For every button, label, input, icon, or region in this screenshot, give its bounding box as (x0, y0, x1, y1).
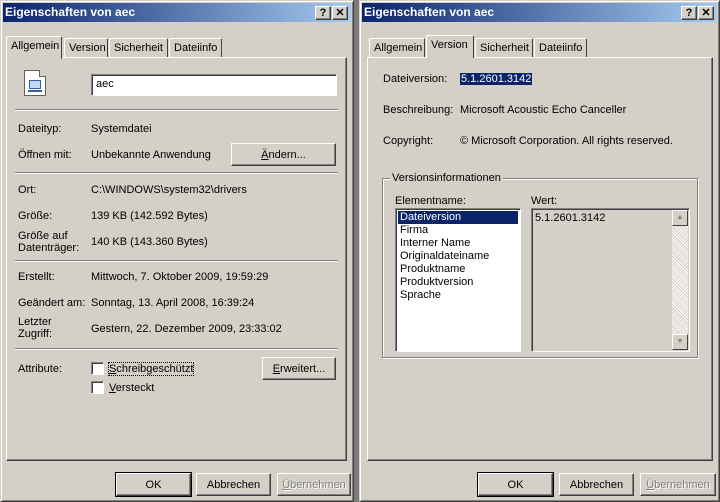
hidden-checkbox[interactable] (91, 381, 104, 394)
list-item[interactable]: Interner Name (398, 237, 518, 250)
file-type-value: Systemdatei (91, 123, 152, 135)
separator (15, 260, 338, 262)
location-value: C:\WINDOWS\system32\drivers (91, 184, 247, 196)
list-item[interactable]: Produktversion (398, 276, 518, 289)
system-file-icon (24, 70, 46, 96)
window-title: Eigenschaften von aec (364, 5, 495, 19)
file-version-label: Dateiversion: (383, 73, 448, 85)
size-label: Größe: (18, 210, 53, 222)
ok-button[interactable]: OK (477, 472, 554, 497)
tab-allgemein[interactable]: Allgemein (6, 36, 62, 59)
tab-version[interactable]: Version (64, 38, 108, 58)
file-type-label: Dateityp: (18, 123, 62, 135)
title-bar[interactable]: Eigenschaften von aec ? ✕ (362, 3, 717, 22)
separator (15, 348, 338, 350)
created-value: Mittwoch, 7. Oktober 2009, 19:59:29 (91, 271, 269, 283)
attributes-label: Attribute: (18, 363, 63, 375)
last-access-label: Letzter Zugriff: (18, 316, 53, 340)
separator (15, 172, 338, 174)
properties-window-version: Eigenschaften von aec ? ✕ Allgemein Vers… (359, 0, 720, 502)
version-tab-panel: Dateiversion: 5.1.2601.3142 Beschreibung… (367, 57, 713, 461)
modified-label: Geändert am: (18, 297, 86, 309)
close-button[interactable]: ✕ (698, 6, 714, 20)
last-access-value: Gestern, 22. Dezember 2009, 23:33:02 (91, 323, 282, 335)
filename-input[interactable]: aec (91, 74, 337, 96)
tab-sicherheit[interactable]: Sicherheit (109, 38, 168, 58)
properties-window-general: Eigenschaften von aec ? ✕ Allgemein Vers… (0, 0, 354, 502)
ok-button[interactable]: OK (115, 472, 192, 497)
arrow-up-icon: ▲ (676, 214, 684, 221)
separator (15, 109, 338, 111)
close-button[interactable]: ✕ (332, 6, 348, 20)
open-with-value: Unbekannte Anwendung (91, 149, 211, 161)
cancel-button[interactable]: Abbrechen (196, 473, 271, 496)
version-info-group-label: Versionsinformationen (390, 172, 503, 184)
element-name-list[interactable]: Dateiversion Firma Interner Name Origina… (395, 208, 521, 352)
readonly-label[interactable]: Schreibgeschützt (107, 362, 195, 376)
value-textbox[interactable]: 5.1.2601.3142 ▲ ▼ (531, 208, 690, 352)
description-value: Microsoft Acoustic Echo Canceller (460, 104, 627, 116)
description-label: Beschreibung: (383, 104, 454, 116)
tab-allgemein[interactable]: Allgemein (369, 38, 425, 58)
close-icon: ✕ (335, 7, 345, 19)
tab-dateiinfo[interactable]: Dateiinfo (169, 38, 222, 58)
copyright-label: Copyright: (383, 135, 434, 147)
size-value: 139 KB (142.592 Bytes) (91, 210, 208, 222)
value-text: 5.1.2601.3142 (535, 212, 606, 224)
file-version-value[interactable]: 5.1.2601.3142 (460, 73, 533, 85)
window-title: Eigenschaften von aec (5, 5, 136, 19)
tab-dateiinfo[interactable]: Dateiinfo (534, 38, 587, 58)
readonly-checkbox[interactable] (91, 362, 104, 375)
open-with-label: Öffnen mit: (18, 149, 72, 161)
help-button[interactable]: ? (315, 6, 331, 20)
cancel-button[interactable]: Abbrechen (559, 473, 634, 496)
help-button[interactable]: ? (681, 6, 697, 20)
list-item[interactable]: Dateiversion (398, 211, 518, 224)
value-label: Wert: (531, 195, 558, 207)
size-on-disk-label: Größe auf Datenträger: (18, 230, 80, 254)
value-scrollbar[interactable]: ▲ ▼ (672, 210, 688, 350)
location-label: Ort: (18, 184, 37, 196)
general-tab-panel: aec Dateityp: Systemdatei Öffnen mit: Un… (6, 57, 347, 461)
title-bar[interactable]: Eigenschaften von aec ? ✕ (3, 3, 351, 22)
scroll-down-button[interactable]: ▼ (672, 334, 688, 350)
arrow-down-icon: ▼ (676, 338, 684, 345)
list-item[interactable]: Originaldateiname (398, 250, 518, 263)
close-icon: ✕ (701, 7, 711, 19)
list-item[interactable]: Sprache (398, 289, 518, 302)
hidden-label[interactable]: Versteckt (109, 382, 154, 394)
advanced-button[interactable]: Erweitert... (262, 357, 336, 380)
size-on-disk-value: 140 KB (143.360 Bytes) (91, 236, 208, 248)
element-name-label: Elementname: (395, 195, 466, 207)
apply-button[interactable]: Übernehmen (640, 473, 716, 496)
apply-button[interactable]: Übernehmen (277, 473, 351, 496)
modified-value: Sonntag, 13. April 2008, 16:39:24 (91, 297, 255, 309)
list-item[interactable]: Produktname (398, 263, 518, 276)
tab-version[interactable]: Version (426, 35, 474, 58)
change-button[interactable]: Ändern... (231, 143, 336, 166)
copyright-value: © Microsoft Corporation. All rights rese… (460, 135, 673, 147)
scroll-up-button[interactable]: ▲ (672, 210, 688, 226)
created-label: Erstellt: (18, 271, 55, 283)
list-item[interactable]: Firma (398, 224, 518, 237)
tab-sicherheit[interactable]: Sicherheit (475, 38, 533, 58)
